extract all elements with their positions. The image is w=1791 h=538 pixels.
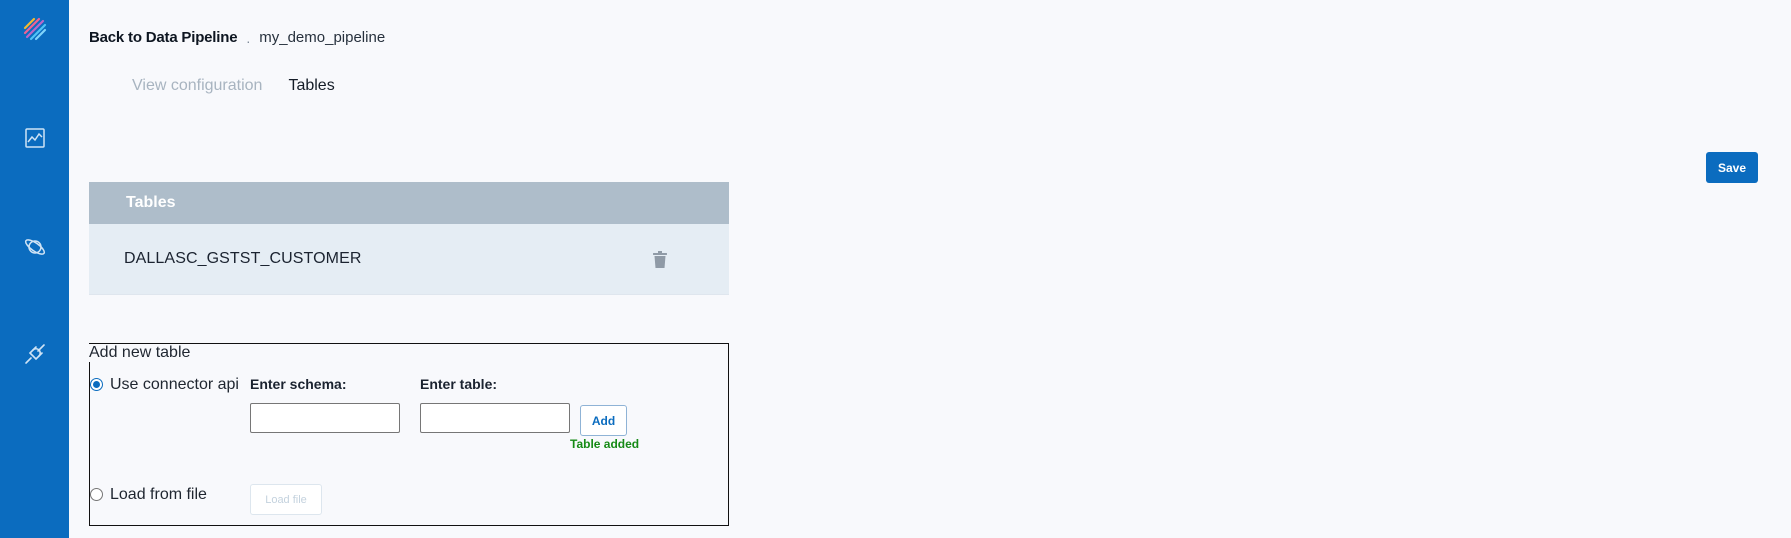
breadcrumb-separator: . [246, 29, 251, 46]
planet-icon[interactable] [20, 232, 49, 261]
tables-panel: Tables DALLASC_GSTST_CUSTOMER [89, 182, 729, 295]
load-from-file-radio[interactable] [90, 488, 103, 501]
tables-panel-header: Tables [89, 182, 729, 224]
add-table-button[interactable]: Add [580, 405, 627, 436]
use-connector-api-radio[interactable] [90, 378, 103, 391]
load-file-button[interactable]: Load file [250, 484, 322, 515]
plug-icon[interactable] [20, 339, 49, 368]
pipeline-name: my_demo_pipeline [259, 29, 386, 46]
breadcrumb: Back to Data Pipeline . my_demo_pipeline [89, 29, 385, 46]
sidebar [0, 0, 69, 538]
logo-icon[interactable] [20, 14, 49, 43]
add-table-legend: Add new table [89, 344, 192, 362]
load-from-file-label[interactable]: Load from file [110, 486, 207, 504]
table-row: DALLASC_GSTST_CUSTOMER [89, 224, 729, 295]
schema-input[interactable] [250, 403, 400, 433]
chart-icon[interactable] [20, 123, 49, 152]
table-added-status: Table added [570, 437, 640, 451]
tab-tables[interactable]: Tables [288, 77, 334, 95]
use-connector-api-label[interactable]: Use connector api [110, 376, 239, 394]
back-to-pipeline-link[interactable]: Back to Data Pipeline [89, 29, 238, 46]
table-input[interactable] [420, 403, 570, 433]
trash-icon[interactable] [653, 250, 667, 268]
table-label: Enter table: [420, 376, 498, 392]
save-button[interactable]: Save [1706, 152, 1758, 183]
table-name: DALLASC_GSTST_CUSTOMER [124, 250, 362, 267]
tab-bar: View configuration Tables [132, 77, 335, 95]
schema-label: Enter schema: [250, 376, 347, 392]
tab-view-configuration[interactable]: View configuration [132, 77, 262, 95]
